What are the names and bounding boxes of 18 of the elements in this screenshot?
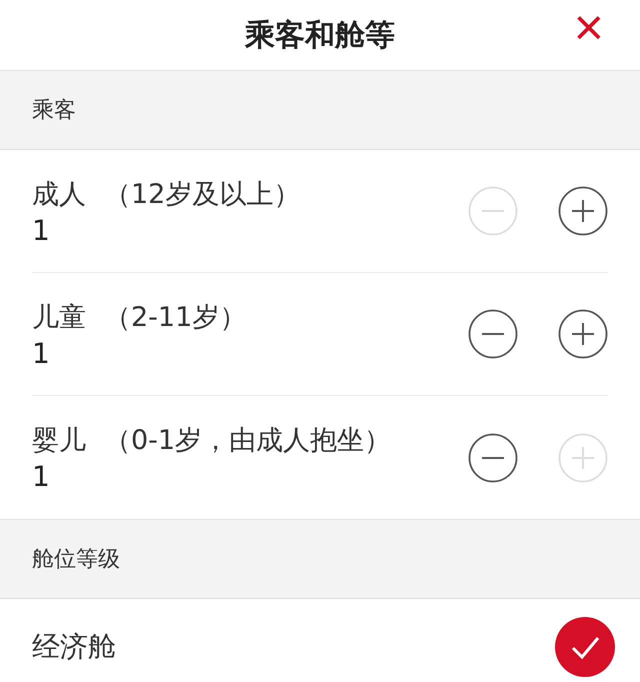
page-title: 乘客和舱等 <box>245 16 395 54</box>
section-title: 乘客 <box>32 97 76 125</box>
minus-button[interactable] <box>468 432 518 482</box>
plus-button[interactable] <box>558 309 608 359</box>
passenger-type: 成人 <box>32 178 86 212</box>
passenger-count: 1 <box>32 460 51 493</box>
plus-button[interactable] <box>558 186 608 236</box>
passenger-count: 1 <box>32 214 51 246</box>
passenger-count: 1 <box>32 336 51 370</box>
passenger-type: 儿童 <box>32 300 86 334</box>
close-button[interactable]: × <box>574 2 604 54</box>
minus-button[interactable] <box>468 309 518 359</box>
cabin-option[interactable]: 经济舱 <box>32 628 116 666</box>
passenger-type: 婴儿 <box>32 424 86 458</box>
age-note: （12岁及以上） <box>104 178 300 212</box>
age-note: （2-11岁） <box>104 300 246 334</box>
section-title: 舱位等级 <box>32 546 120 574</box>
age-note: （0-1岁，由成人抱坐） <box>104 424 392 458</box>
